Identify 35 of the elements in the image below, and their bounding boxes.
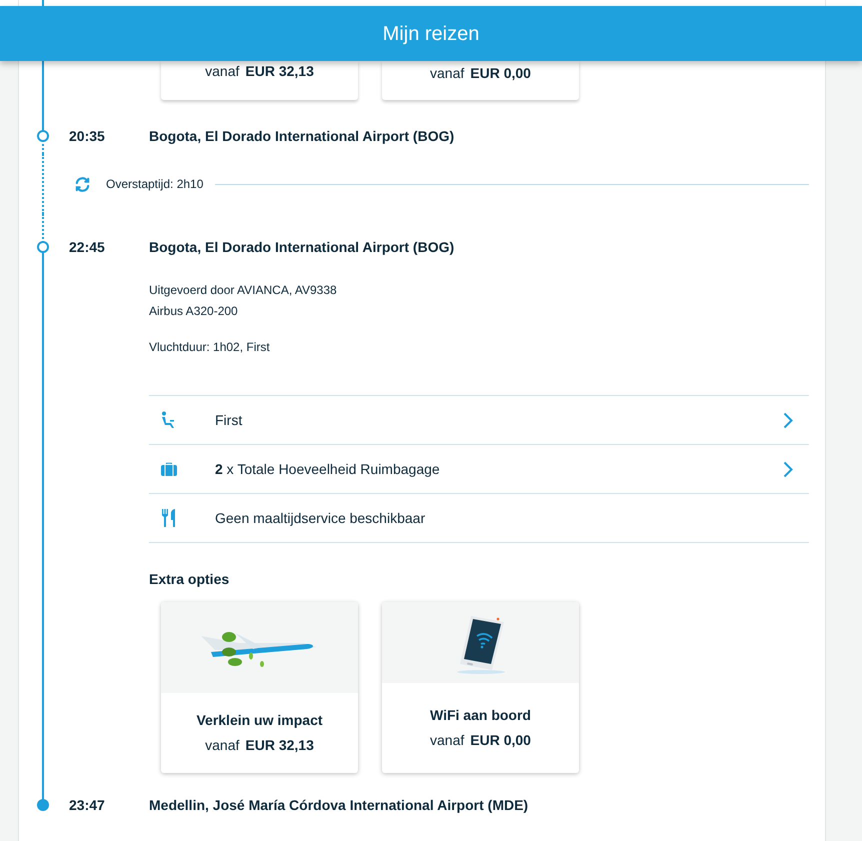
service-label: Geen maaltijdservice beschikbaar (215, 508, 426, 528)
price-prefix: vanaf (205, 62, 240, 81)
offer-card[interactable]: vanaf EUR 0,00 (382, 61, 579, 100)
offer-card[interactable]: vanaf EUR 32,13 (161, 61, 358, 100)
price: EUR 32,13 (245, 736, 314, 755)
option-card[interactable]: Verklein uw impact vanaf EUR 32,13 (161, 602, 358, 773)
section-heading: Extra opties (149, 570, 230, 589)
service-row[interactable]: First (149, 396, 809, 445)
price-prefix: vanaf (430, 64, 464, 83)
service-label: First (215, 410, 244, 430)
aircraft-text: Airbus A320-200 (149, 303, 239, 320)
price-prefix: vanaf (205, 736, 240, 755)
refresh-icon (74, 176, 91, 192)
service-row[interactable]: 2 x Totale Hoeveelheid Ruimbagage (149, 445, 809, 494)
service-label: 2 x Totale Hoeveelheid Ruimbagage (215, 460, 441, 479)
price: EUR 0,00 (470, 64, 531, 83)
option-title: Verklein uw impact (196, 711, 323, 730)
flight-duration: Vluchtduur: 1h02, First (149, 339, 271, 356)
cutlery-icon (162, 509, 176, 527)
suitcase-icon (161, 462, 177, 476)
departure-time: 20:35 (69, 126, 106, 146)
seat-icon (161, 411, 177, 429)
price-prefix: vanaf (430, 731, 464, 750)
departure-time: 23:47 (69, 796, 106, 814)
option-title: WiFi aan boord (430, 706, 531, 725)
airport-name: Bogota, El Dorado International Airport (BOG) (149, 126, 454, 146)
option-card[interactable]: WiFi aan boord vanaf EUR 0,00 (382, 602, 579, 773)
price: EUR 0,00 (470, 731, 531, 750)
transfer-time: Overstaptijd: 2h10 (106, 176, 204, 193)
page-title: Mijn reizen (382, 22, 480, 46)
airport-name: Bogota, El Dorado International Airport (BOG) (149, 238, 454, 257)
operator-text: Uitgevoerd door AVIANCA, AV9338 (149, 282, 338, 299)
departure-time: 22:45 (69, 238, 106, 256)
price: EUR 32,13 (245, 62, 314, 81)
airport-name: Medellin, José María Córdova International Airport (MDE) (149, 796, 528, 815)
